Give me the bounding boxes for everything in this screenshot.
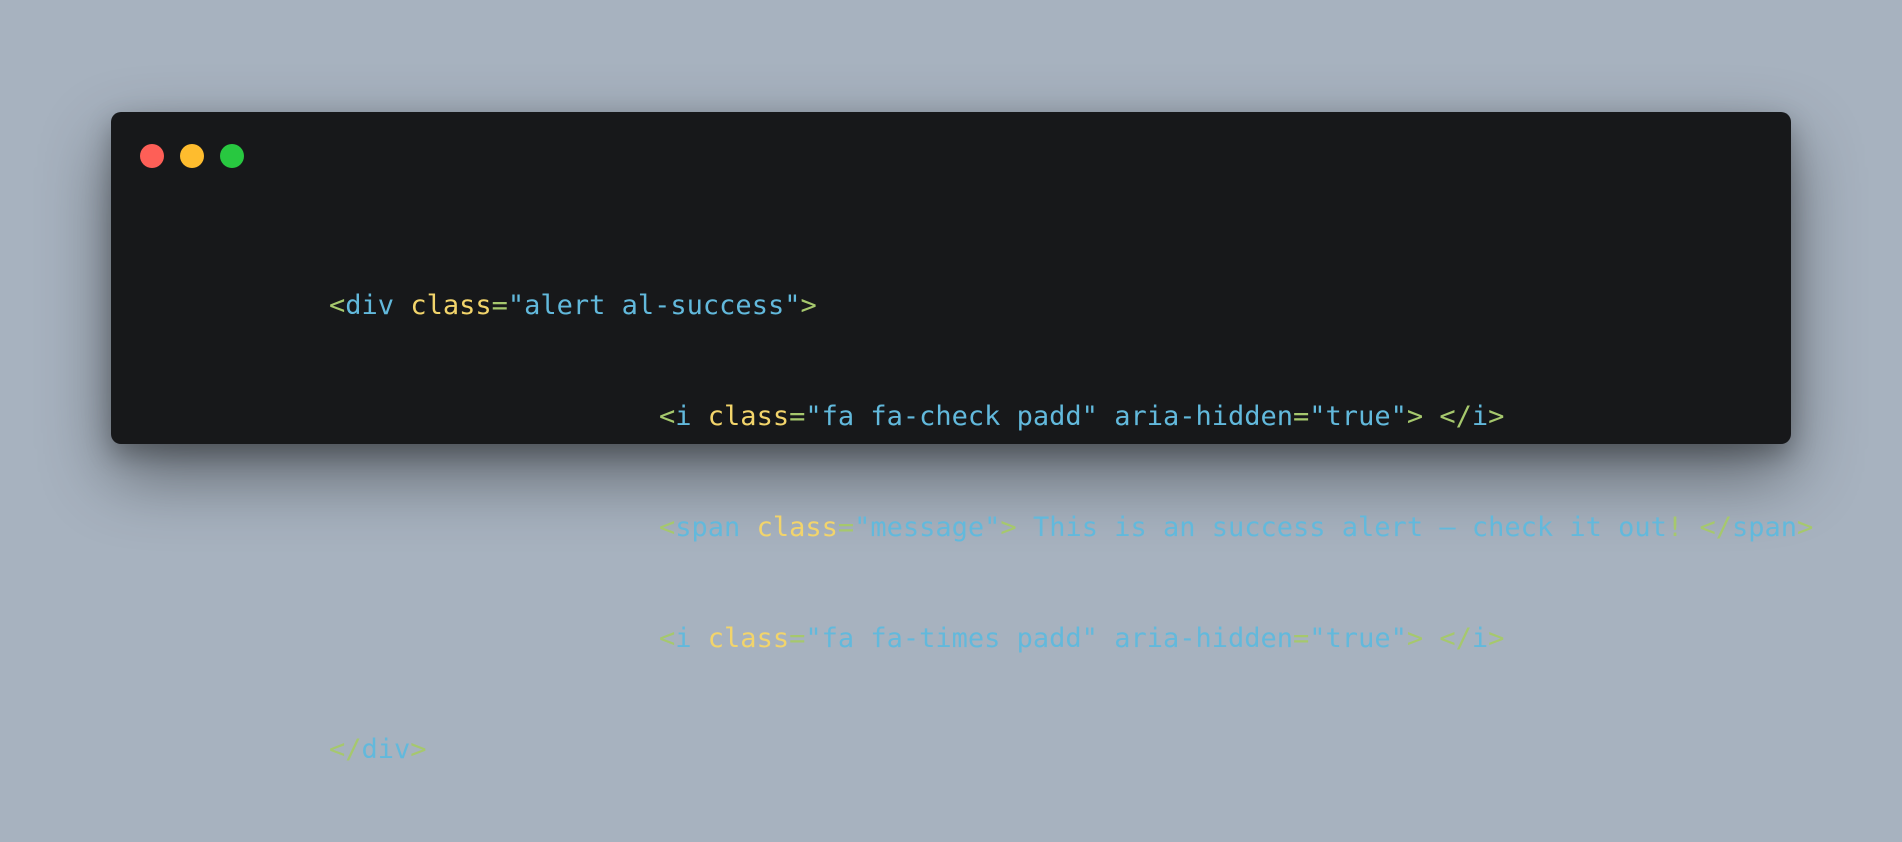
code-token-punct: =: [789, 401, 806, 432]
code-line-1: <div class="alert al-success">: [329, 287, 1813, 324]
code-token-tag: div: [361, 734, 411, 765]
code-token-punct: !: [1666, 512, 1684, 543]
code-token-punct: =: [1293, 401, 1310, 432]
code-token-tag: span: [675, 512, 741, 543]
code-token-punct: >: [1488, 401, 1505, 432]
code-token-punct: <: [659, 512, 676, 543]
code-token-punct: >: [800, 290, 817, 321]
code-token-punct: =: [789, 623, 806, 654]
code-token-punct: </: [1439, 401, 1472, 432]
code-token-str: "message": [854, 512, 1001, 543]
code-token-tag: i: [1471, 623, 1489, 654]
code-line-2: <i class="fa fa-check padd" aria-hidden=…: [329, 398, 1813, 435]
code-token-attr: class: [756, 512, 838, 543]
code-token-punct: >: [1406, 623, 1424, 654]
code-block: <div class="alert al-success"> <i class=…: [329, 213, 1813, 842]
code-token-tag: i: [1471, 401, 1489, 432]
code-token-punct: </: [1699, 512, 1732, 543]
code-token-str: "alert al-success": [507, 290, 801, 321]
code-token-punct: <: [329, 290, 346, 321]
code-token-punct: >: [1796, 512, 1814, 543]
code-token-attr: class: [410, 290, 492, 321]
code-line-4: <i class="fa fa-times padd" aria-hidden=…: [329, 620, 1813, 657]
code-token-tag: i: [675, 401, 692, 432]
code-token-punct: >: [1406, 401, 1424, 432]
code-token-str: "fa fa-times padd": [805, 623, 1098, 654]
code-token-str: "fa fa-check padd": [805, 401, 1098, 432]
code-line-3: <span class="message"> This is an succes…: [329, 509, 1813, 546]
code-token-tag: i: [675, 623, 692, 654]
code-token-attr: class: [707, 401, 790, 432]
minimize-dot-icon[interactable]: [180, 144, 204, 168]
code-token-punct: =: [1293, 623, 1310, 654]
code-token-attr2: aria-hidden: [1114, 623, 1294, 654]
window-controls: [140, 144, 244, 168]
code-token-str: "true": [1309, 401, 1407, 432]
code-window: <div class="alert al-success"> <i class=…: [111, 112, 1813, 765]
code-token-attr: class: [707, 623, 790, 654]
close-dot-icon[interactable]: [140, 144, 164, 168]
code-token-attr2: aria-hidden: [1114, 401, 1294, 432]
code-line-5: </div>: [329, 731, 1813, 768]
code-token-punct: <: [659, 623, 676, 654]
code-token-punct: </: [1439, 623, 1472, 654]
code-token-punct: =: [837, 512, 855, 543]
code-token-punct: >: [410, 734, 427, 765]
code-token-punct: <: [659, 401, 676, 432]
code-token-str: "true": [1309, 623, 1407, 654]
code-token-punct: >: [1000, 512, 1017, 543]
code-token-punct: >: [1488, 623, 1505, 654]
code-token-punct: </: [329, 734, 362, 765]
code-token-text: This is an success alert — check it out: [1016, 512, 1667, 543]
code-token-tag: div: [345, 290, 395, 321]
code-token-tag: span: [1731, 512, 1797, 543]
maximize-dot-icon[interactable]: [220, 144, 244, 168]
code-token-punct: =: [491, 290, 508, 321]
